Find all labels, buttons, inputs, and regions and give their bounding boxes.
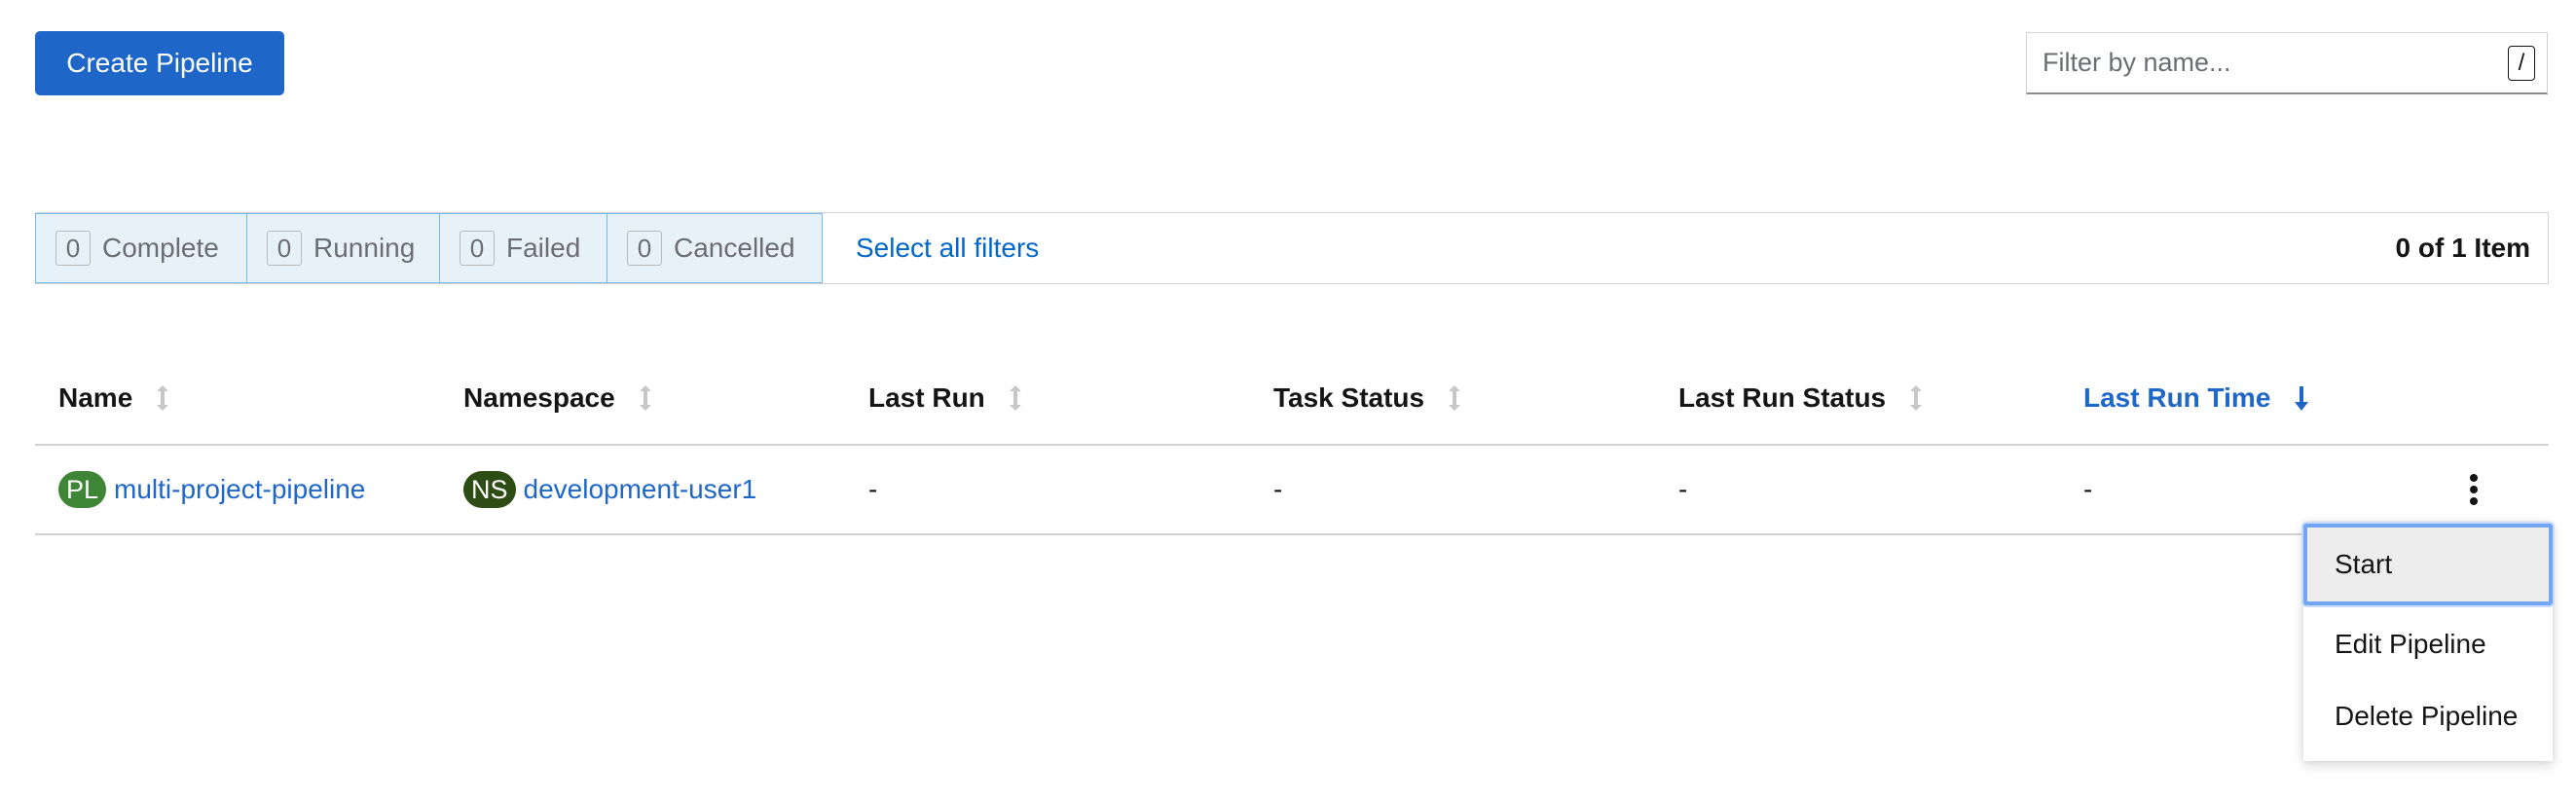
cell-last-run: - (868, 474, 878, 504)
sort-icon (1909, 384, 1923, 412)
sort-icon (639, 384, 652, 412)
cell-task-status: - (1273, 474, 1283, 504)
filter-cancelled[interactable]: 0 Cancelled (607, 213, 823, 283)
item-count: 0 of 1 Item (2395, 233, 2530, 263)
table-row: PL multi-project-pipeline NS development… (35, 446, 2549, 535)
namespace-badge: NS (463, 471, 516, 508)
pipeline-name-link[interactable]: multi-project-pipeline (114, 474, 365, 505)
filter-count: 0 (460, 231, 495, 266)
kebab-icon[interactable] (2459, 467, 2488, 512)
column-header-label: Namespace (463, 382, 615, 413)
table-header: Name Namespace Last Run Task Status Last… (35, 352, 2549, 446)
keyboard-shortcut-hint: / (2508, 45, 2535, 81)
cell-last-run-status: - (1678, 474, 1688, 504)
menu-item-delete-pipeline[interactable]: Delete Pipeline (2303, 679, 2553, 753)
column-header-last-run-status[interactable]: Last Run Status (1678, 352, 1923, 444)
cell-name: PL multi-project-pipeline (58, 446, 365, 533)
filter-label: Complete (102, 233, 219, 263)
filter-by-name-input[interactable] (2027, 33, 2508, 92)
column-header-task-status[interactable]: Task Status (1273, 352, 1461, 444)
column-header-namespace[interactable]: Namespace (463, 352, 652, 444)
cell-last-run-time: - (2083, 474, 2093, 504)
filter-by-name-field[interactable]: / (2026, 32, 2548, 94)
filter-complete[interactable]: 0 Complete (35, 213, 247, 283)
filter-failed[interactable]: 0 Failed (439, 213, 607, 283)
create-pipeline-button[interactable]: Create Pipeline (35, 31, 284, 95)
column-header-label: Last Run Time (2083, 382, 2271, 413)
column-header-label: Task Status (1273, 382, 1425, 413)
namespace-link[interactable]: development-user1 (524, 474, 757, 505)
select-all-filters-link[interactable]: Select all filters (856, 213, 1039, 283)
actions-menu: Start Edit Pipeline Delete Pipeline (2303, 522, 2553, 761)
filter-count: 0 (55, 231, 91, 266)
filter-label: Cancelled (674, 233, 795, 263)
sort-icon (156, 384, 169, 412)
column-header-label: Last Run (868, 382, 985, 413)
filter-label: Running (313, 233, 416, 263)
column-header-last-run[interactable]: Last Run (868, 352, 1022, 444)
column-header-label: Last Run Status (1678, 382, 1887, 413)
status-filter-bar: 0 Complete 0 Running 0 Failed 0 Cancelle… (35, 212, 2549, 284)
cell-namespace: NS development-user1 (463, 446, 756, 533)
filter-count: 0 (267, 231, 302, 266)
filter-running[interactable]: 0 Running (246, 213, 440, 283)
filter-label: Failed (506, 233, 581, 263)
column-header-last-run-time[interactable]: Last Run Time (2083, 352, 2309, 444)
sort-down-arrow-icon (2294, 384, 2309, 412)
column-header-label: Name (58, 382, 133, 413)
column-header-name[interactable]: Name (58, 352, 169, 444)
sort-icon (1448, 384, 1461, 412)
menu-item-edit-pipeline[interactable]: Edit Pipeline (2303, 607, 2553, 681)
filter-count: 0 (627, 231, 662, 266)
pipeline-badge: PL (58, 471, 107, 508)
sort-icon (1009, 384, 1022, 412)
menu-item-start[interactable]: Start (2303, 524, 2553, 605)
